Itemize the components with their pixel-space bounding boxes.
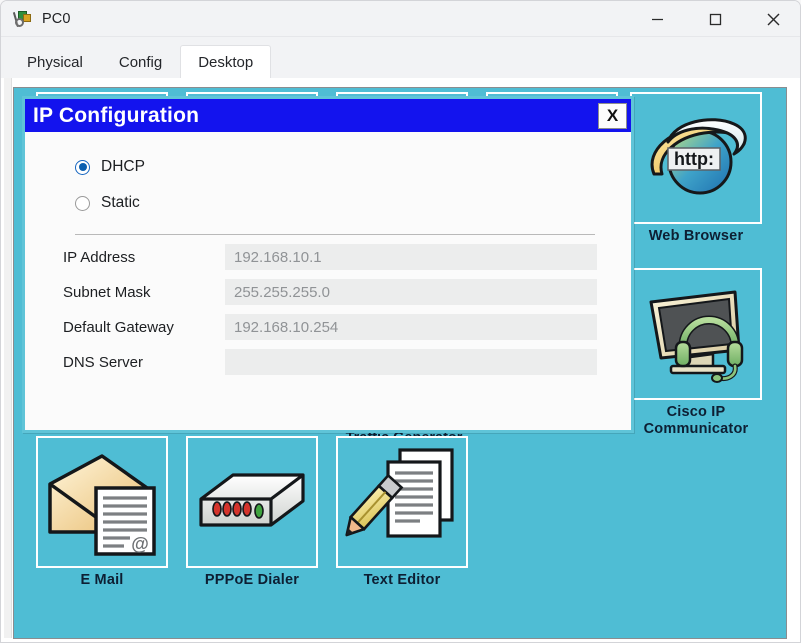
close-icon[interactable] [744, 1, 800, 37]
ip-configuration-dialog: IP Configuration X DHCP Static IP Addres… [22, 96, 634, 433]
desktop-icon-label: E Mail [80, 572, 124, 588]
default-gateway-input[interactable] [225, 314, 597, 340]
monitor-headset-icon [630, 268, 762, 400]
radio-dhcp-indicator[interactable] [75, 159, 90, 175]
window-titlebar: PC0 [1, 1, 800, 37]
radio-dhcp-label: DHCP [101, 158, 145, 175]
tab-desktop[interactable]: Desktop [180, 45, 272, 78]
cisco-label-line-1: Cisco IP [666, 404, 726, 420]
desktop-icon-label: Web Browser [648, 228, 744, 244]
modem-device-icon [186, 436, 318, 568]
radio-static-indicator[interactable] [75, 195, 90, 211]
desktop-icon-label: Cisco IP Communicator [630, 404, 762, 437]
field-subnet-mask: Subnet Mask [47, 279, 609, 305]
maximize-icon[interactable] [686, 1, 744, 37]
ip-address-input[interactable] [225, 244, 597, 270]
section-divider [75, 234, 595, 235]
minimize-icon[interactable] [628, 1, 686, 37]
dns-server-input[interactable] [225, 349, 597, 375]
dialog-title: IP Configuration [33, 104, 200, 127]
desktop-icon-label: PPPoE Dialer [204, 572, 300, 588]
radio-static-label: Static [101, 194, 140, 211]
ip-configuration-body: DHCP Static IP Address Subnet Mask [25, 132, 631, 430]
tab-bar: Physical Config Desktop [1, 37, 800, 78]
desktop-icon-pppoe-dialer[interactable]: PPPoE Dialer [186, 436, 318, 589]
globe-http-icon: http: [630, 92, 762, 224]
desktop-icon-cisco-ip-communicator[interactable]: Cisco IP Communicator [630, 268, 762, 437]
svg-text:http:: http: [674, 149, 714, 169]
desktop-icon-email[interactable]: @ E Mail [36, 436, 168, 589]
field-label: Subnet Mask [63, 283, 151, 301]
envelope-document-icon: @ [36, 436, 168, 568]
dialog-close-button[interactable]: X [598, 102, 627, 129]
desktop-tab-content: Traffic Generator [1, 78, 800, 642]
desktop-icon-text-editor[interactable]: Text Editor [336, 436, 468, 589]
radio-option-dhcp[interactable]: DHCP [75, 152, 609, 182]
tab-config[interactable]: Config [100, 45, 181, 78]
window-title: PC0 [42, 10, 71, 27]
field-label: Default Gateway [63, 318, 174, 336]
subnet-mask-input[interactable] [225, 279, 597, 305]
desktop-icon-panel: Traffic Generator [13, 87, 787, 639]
desktop-scrollbar[interactable] [4, 78, 12, 638]
pc0-window: PC0 Physical Config Desktop http: Web Br… [0, 0, 801, 643]
pencil-pages-icon [336, 436, 468, 568]
tab-physical[interactable]: Physical [9, 45, 101, 78]
titlebar-left-group: PC0 [1, 10, 71, 28]
desktop-icon-web-browser[interactable]: http: Web Browser [630, 92, 762, 245]
packet-tracer-icon [12, 10, 33, 28]
desktop-icon-label: Text Editor [363, 572, 441, 588]
ip-configuration-titlebar: IP Configuration X [25, 99, 631, 132]
field-default-gateway: Default Gateway [47, 314, 609, 340]
window-controls [628, 1, 800, 37]
field-label: DNS Server [63, 353, 144, 371]
svg-text:@: @ [131, 534, 149, 554]
field-label: IP Address [63, 248, 136, 266]
field-dns-server: DNS Server [47, 349, 609, 375]
cisco-label-line-2: Communicator [643, 420, 749, 437]
radio-option-static[interactable]: Static [75, 188, 609, 218]
field-ip-address: IP Address [47, 244, 609, 270]
